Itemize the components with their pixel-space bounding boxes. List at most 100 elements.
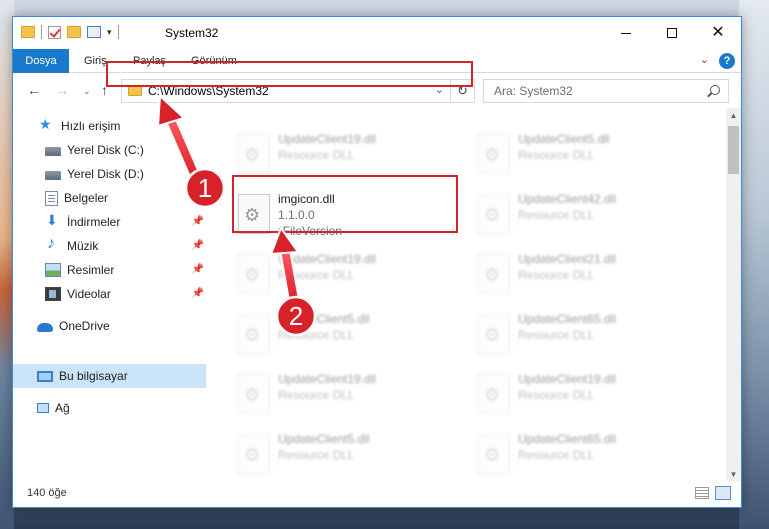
downloads-icon	[45, 212, 61, 229]
nav-item-disk-c[interactable]: Yerel Disk (C:)	[13, 138, 206, 162]
star-icon	[39, 116, 55, 133]
nav-item-label: Bu bilgisayar	[59, 369, 128, 383]
file-type: Resource DLL	[518, 388, 595, 402]
nav-item-downloads[interactable]: İndirmeler 📌	[13, 210, 206, 234]
nav-item-label: Müzik	[67, 239, 99, 253]
music-icon	[45, 235, 61, 253]
close-icon: ✕	[711, 24, 725, 41]
file-item[interactable]: UpdateClient65.dll Resource DLL	[472, 306, 702, 362]
cloud-icon	[37, 323, 53, 332]
title-bar: ▾ System32 ✕	[13, 17, 741, 49]
scroll-up-icon[interactable]: ▲	[726, 108, 741, 123]
close-button[interactable]: ✕	[695, 17, 741, 49]
help-button[interactable]: ?	[719, 53, 735, 69]
dll-file-icon	[238, 434, 270, 474]
file-list: UpdateClient19.dll Resource DLL imgicon.…	[206, 108, 728, 482]
videos-icon	[45, 287, 61, 301]
dll-file-icon	[478, 254, 510, 294]
dll-file-icon	[238, 254, 270, 294]
pin-icon[interactable]: 📌	[192, 264, 204, 275]
quick-access-toolbar: ▾	[21, 25, 119, 39]
nav-item-pictures[interactable]: Resimler 📌	[13, 258, 206, 282]
nav-item-onedrive[interactable]: OneDrive	[13, 314, 206, 338]
minimize-button[interactable]	[603, 17, 649, 49]
file-name: UpdateClient19.dll	[278, 252, 377, 266]
file-item[interactable]: UpdateClient42.dll Resource DLL	[472, 186, 702, 242]
network-icon	[37, 403, 49, 413]
nav-item-label: OneDrive	[59, 319, 110, 333]
file-name: UpdateClient5.dll	[518, 132, 610, 146]
file-type: Resource DLL	[518, 148, 595, 162]
file-item[interactable]: UpdateClient5.dll Resource DLL	[232, 426, 462, 482]
status-bar: 140 öğe	[13, 481, 741, 507]
file-type: Resource DLL	[518, 328, 595, 342]
nav-item-quick-access[interactable]: Hızlı erişim	[13, 114, 206, 138]
nav-item-network[interactable]: Ağ	[13, 396, 206, 420]
nav-item-label: Hızlı erişim	[61, 119, 121, 133]
nav-item-this-pc[interactable]: Bu bilgisayar	[13, 364, 206, 388]
search-icon[interactable]	[710, 85, 720, 95]
pin-icon[interactable]: 📌	[192, 192, 204, 203]
nav-item-documents[interactable]: Belgeler 📌	[13, 186, 206, 210]
dll-file-icon	[478, 434, 510, 474]
file-item[interactable]: UpdateClient19.dll Resource DLL	[232, 246, 462, 302]
new-folder-icon[interactable]	[67, 26, 81, 38]
pin-icon[interactable]: 📌	[192, 216, 204, 227]
nav-item-label: Yerel Disk (D:)	[67, 167, 144, 181]
details-view-icon[interactable]	[695, 487, 709, 499]
scroll-thumb[interactable]	[728, 126, 739, 174]
nav-item-label: Yerel Disk (C:)	[67, 143, 144, 157]
vertical-scrollbar[interactable]: ▲ ▼	[726, 108, 741, 482]
explorer-window: ▾ System32 ✕ Dosya Giriş Paylaş Görünüm …	[12, 16, 742, 508]
expand-ribbon-button[interactable]: ⌄	[700, 53, 709, 66]
documents-icon	[45, 190, 58, 206]
large-icons-view-icon[interactable]	[715, 486, 731, 500]
forward-arrow-icon[interactable]: →	[55, 82, 69, 98]
file-item[interactable]: UpdateClient5.dll Resource DLL	[232, 306, 462, 362]
desktop-background-right	[739, 0, 769, 529]
item-count: 140 öğe	[27, 487, 67, 499]
file-item[interactable]: UpdateClient65.dll Resource DLL	[472, 426, 702, 482]
file-name: UpdateClient5.dll	[278, 432, 370, 446]
search-input[interactable]: Ara: System32	[494, 84, 573, 98]
nav-item-label: Videolar	[67, 287, 111, 301]
maximize-icon	[667, 28, 677, 38]
file-type: Resource DLL	[278, 448, 355, 462]
file-item[interactable]: UpdateClient19.dll Resource DLL	[472, 366, 702, 422]
tab-giris[interactable]: Giriş	[84, 49, 107, 73]
disk-icon	[45, 171, 61, 180]
window-controls: ✕	[603, 17, 741, 49]
nav-item-label: Belgeler	[64, 191, 109, 205]
file-name: UpdateClient65.dll	[518, 312, 617, 326]
file-name: UpdateClient5.dll	[278, 312, 370, 326]
file-name: UpdateClient65.dll	[518, 432, 617, 446]
maximize-button[interactable]	[649, 17, 695, 49]
dll-file-icon	[478, 374, 510, 414]
properties-icon[interactable]	[87, 26, 101, 38]
disk-icon	[45, 147, 61, 156]
pin-icon[interactable]: 📌	[192, 288, 204, 299]
nav-item-music[interactable]: Müzik 📌	[13, 234, 206, 258]
nav-item-label: Ağ	[55, 401, 70, 415]
nav-item-videos[interactable]: Videolar 📌	[13, 282, 206, 306]
file-name: UpdateClient21.dll	[518, 252, 617, 266]
file-item[interactable]: UpdateClient21.dll Resource DLL	[472, 246, 702, 302]
file-item[interactable]: UpdateClient5.dll Resource DLL	[472, 126, 702, 182]
file-item[interactable]: UpdateClient19.dll Resource DLL	[232, 126, 462, 182]
tab-dosya[interactable]: Dosya	[13, 49, 69, 73]
customize-toolbar-icon[interactable]: ▾	[107, 27, 112, 38]
file-type: Resource DLL	[278, 148, 355, 162]
nav-item-disk-d[interactable]: Yerel Disk (D:)	[13, 162, 206, 186]
minimize-icon	[621, 32, 631, 34]
toolbar-separator	[41, 25, 42, 39]
search-box[interactable]: Ara: System32	[483, 79, 729, 103]
back-arrow-icon[interactable]: ←	[27, 82, 41, 98]
address-highlight-box	[106, 61, 473, 87]
file-type: Resource DLL	[278, 388, 355, 402]
dll-file-icon	[478, 314, 510, 354]
properties-check-icon[interactable]	[48, 25, 61, 39]
recent-locations-icon[interactable]: ⌄	[83, 86, 91, 97]
pin-icon[interactable]: 📌	[192, 240, 204, 251]
file-item[interactable]: UpdateClient19.dll Resource DLL	[232, 366, 462, 422]
scroll-down-icon[interactable]: ▼	[726, 467, 741, 482]
